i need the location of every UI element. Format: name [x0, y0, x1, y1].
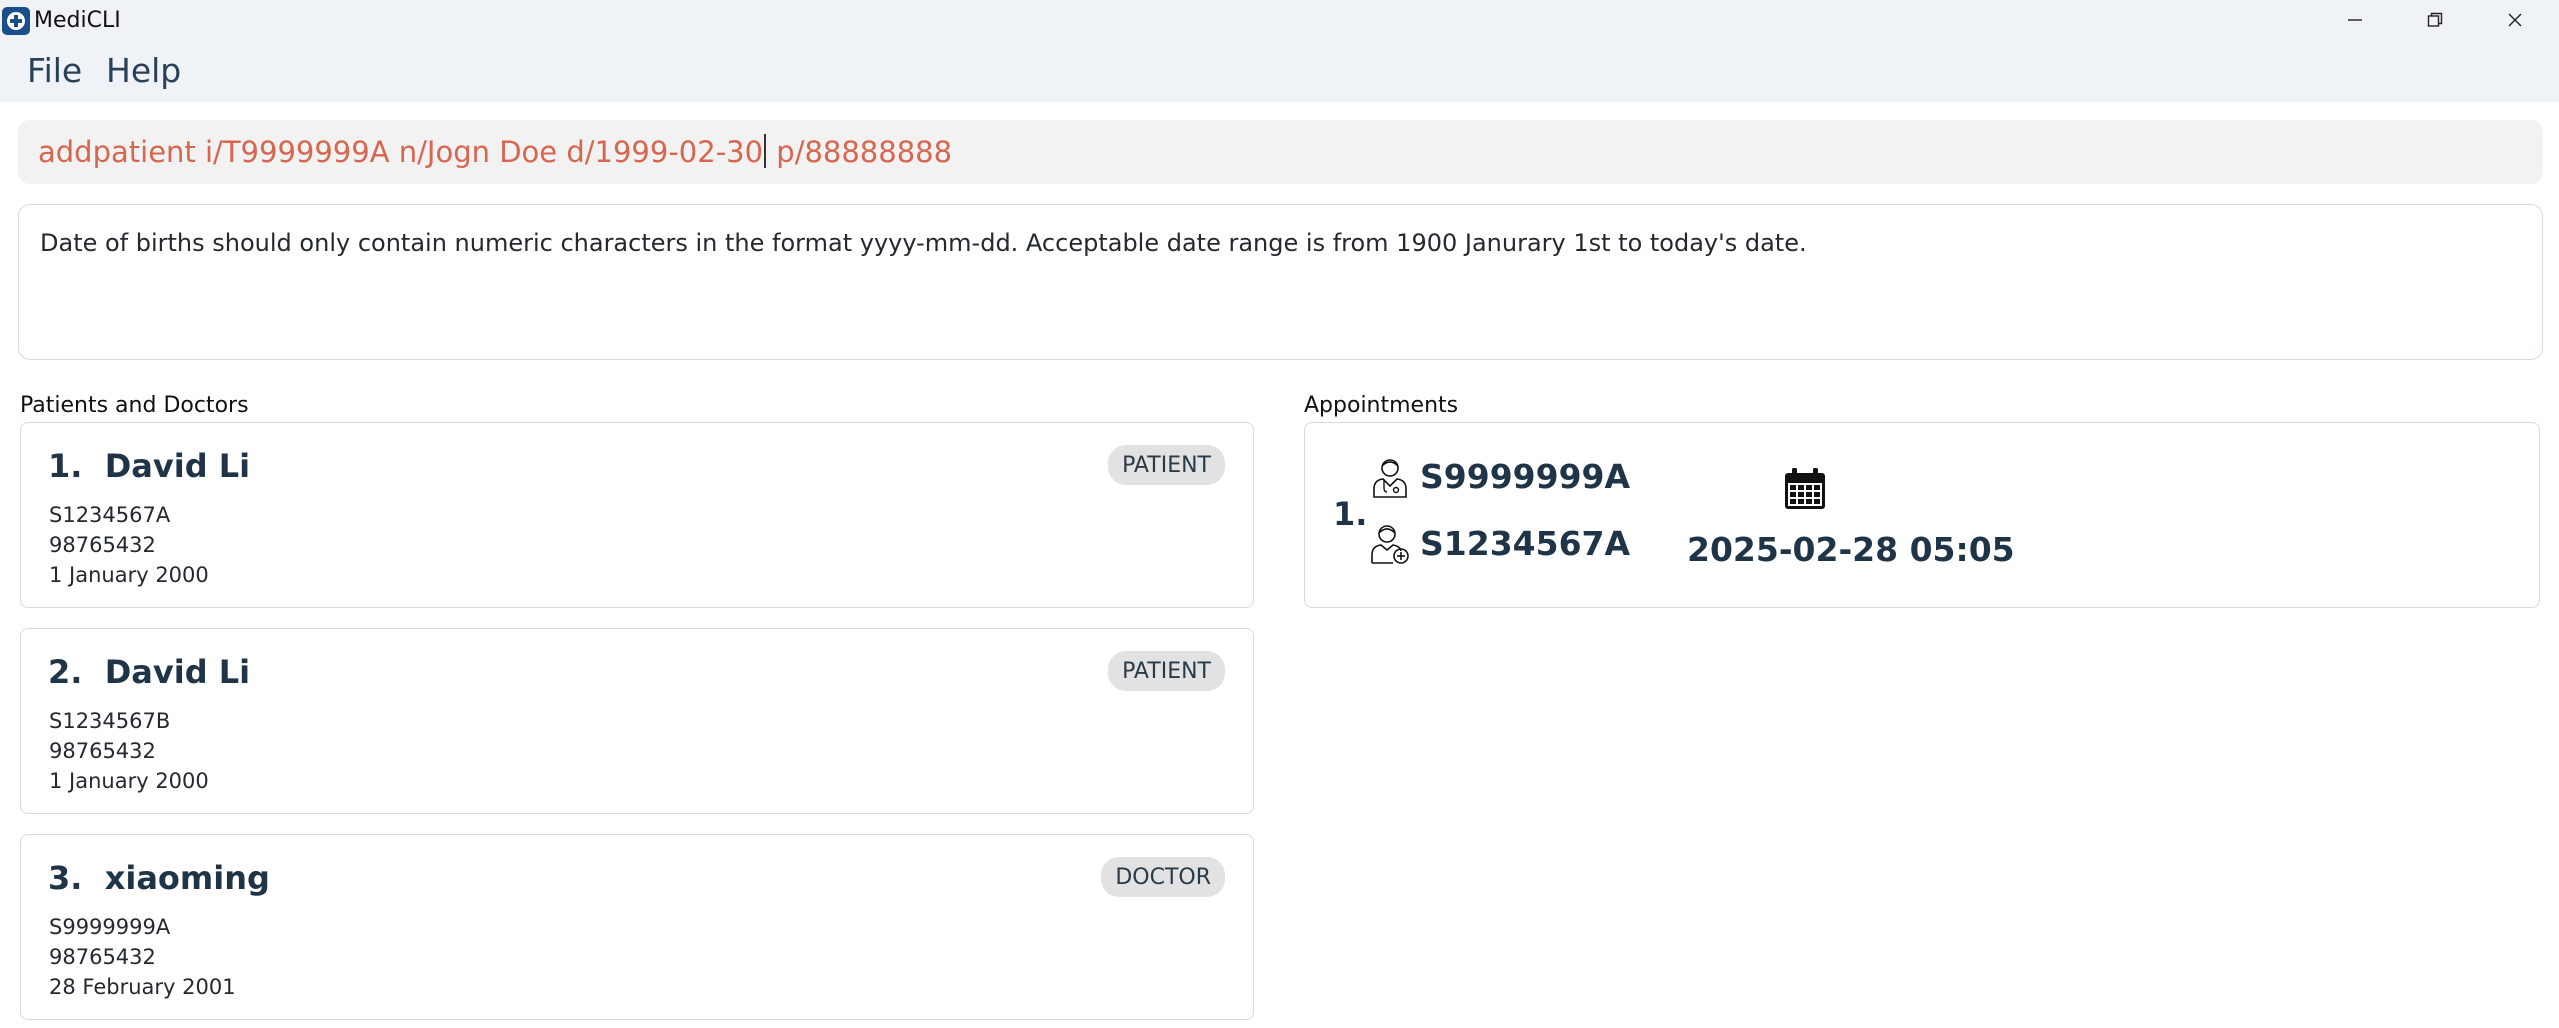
result-display: Date of births should only contain numer… [18, 204, 2543, 360]
appointment-patient-id: S1234567A [1420, 524, 1631, 563]
person-name: 2. David Li [48, 653, 251, 691]
minimize-icon [2348, 19, 2362, 21]
people-panel-label: Patients and Doctors [20, 393, 249, 418]
person-phone: 98765432 [49, 739, 156, 763]
person-dob: 1 January 2000 [49, 563, 209, 587]
menu-help[interactable]: Help [106, 51, 181, 90]
text-caret [764, 134, 767, 168]
appointment-index: 1. [1333, 495, 1368, 533]
person-phone: 98765432 [49, 533, 156, 557]
person-card[interactable]: 1. David Li PATIENT S1234567A 98765432 1… [20, 422, 1254, 608]
command-input[interactable]: addpatient i/T9999999A n/Jogn Doe d/1999… [18, 120, 2543, 184]
person-nric: S1234567A [49, 503, 171, 527]
person-nric: S1234567B [49, 709, 171, 733]
person-card[interactable]: 2. David Li PATIENT S1234567B 98765432 1… [20, 628, 1254, 814]
doctor-icon [1373, 459, 1407, 498]
window-title: MediCLI [34, 8, 121, 33]
close-icon [2508, 13, 2522, 27]
person-dob: 1 January 2000 [49, 769, 209, 793]
person-name: 1. David Li [48, 447, 251, 485]
calendar-icon [1785, 468, 1825, 509]
patient-icon [1371, 525, 1409, 564]
person-phone: 98765432 [49, 945, 156, 969]
person-card[interactable]: 3. xiaoming DOCTOR S9999999A 98765432 28… [20, 834, 1254, 1020]
command-text-after-caret: p/88888888 [767, 135, 953, 169]
minimize-button[interactable] [2315, 0, 2395, 40]
maximize-button[interactable] [2395, 0, 2475, 40]
restore-icon [2427, 12, 2443, 27]
person-name: 3. xiaoming [48, 859, 270, 897]
person-nric: S9999999A [49, 915, 171, 939]
title-bar: MediCLI [0, 0, 2559, 40]
result-message: Date of births should only contain numer… [40, 229, 1807, 257]
app-logo-icon [2, 7, 30, 35]
menu-file[interactable]: File [27, 51, 82, 90]
command-text-before-caret: addpatient i/T9999999A n/Jogn Doe d/1999… [38, 135, 764, 169]
role-badge: DOCTOR [1101, 857, 1225, 897]
command-text: addpatient i/T9999999A n/Jogn Doe d/1999… [38, 134, 952, 169]
appointment-doctor-id: S9999999A [1420, 457, 1631, 496]
role-badge: PATIENT [1108, 445, 1225, 485]
role-badge: PATIENT [1108, 651, 1225, 691]
appointments-panel-label: Appointments [1304, 393, 1459, 418]
person-dob: 28 February 2001 [49, 975, 236, 999]
menu-bar: File Help [0, 40, 2559, 102]
close-button[interactable] [2475, 0, 2555, 40]
appointment-datetime: 2025-02-28 05:05 [1687, 530, 2015, 569]
appointment-card[interactable]: 1. S9999999A S1234567A 2025-02-28 05:05 [1304, 422, 2540, 608]
